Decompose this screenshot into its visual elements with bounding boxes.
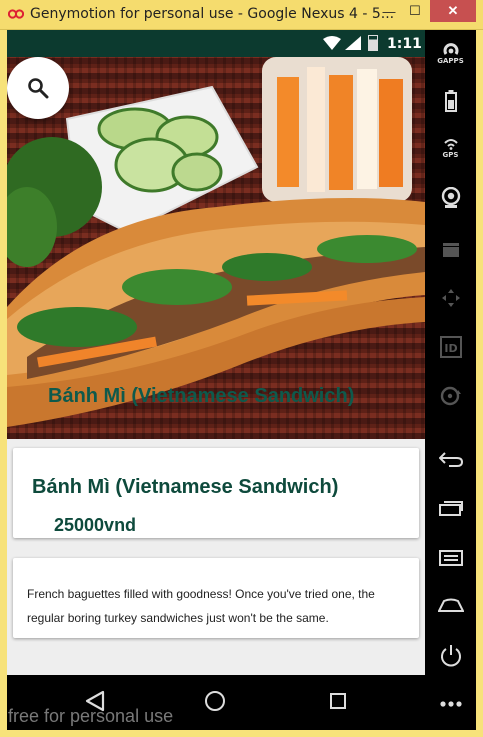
phone-screen: 1:11 Bánh Mì (Vietnamese Sandwich) Bánh …: [7, 30, 425, 730]
clapper-icon: [442, 243, 459, 257]
maximize-button[interactable]: ☐: [402, 0, 428, 22]
side-recent-button[interactable]: [425, 500, 476, 516]
side-back-button[interactable]: [425, 450, 476, 468]
personal-use-watermark: free for personal use: [8, 706, 174, 726]
more-button[interactable]: [425, 700, 476, 708]
search-button[interactable]: [7, 57, 69, 119]
gapps-button[interactable]: GAPPS: [425, 42, 476, 65]
power-icon: [440, 645, 461, 667]
battery-button[interactable]: [425, 90, 476, 112]
side-home-button[interactable]: [425, 598, 476, 612]
hero-caption: Bánh Mì (Vietnamese Sandwich): [48, 385, 355, 407]
search-icon: [28, 78, 49, 99]
more-icon: [439, 701, 462, 707]
gps-icon: [443, 139, 458, 150]
gps-label: GPS: [442, 151, 459, 159]
menu-icon: [438, 550, 463, 566]
status-bar: 1:11: [7, 30, 425, 57]
dish-description-card: French baguettes filled with goodness! O…: [13, 558, 419, 638]
dish-hero-image: Bánh Mì (Vietnamese Sandwich): [7, 57, 425, 439]
home-icon[interactable]: [205, 691, 225, 711]
dpad-icon: [441, 289, 460, 307]
capture-button[interactable]: [425, 242, 476, 258]
dpad-button[interactable]: [425, 288, 476, 308]
dish-title: Bánh Mì (Vietnamese Sandwich): [32, 476, 339, 498]
signal-icon: [345, 36, 361, 50]
battery-icon: [368, 35, 378, 51]
disk-icon: [440, 386, 461, 406]
gps-button[interactable]: GPS: [425, 138, 476, 159]
status-time: 1:11: [387, 36, 422, 52]
webcam-button[interactable]: [425, 187, 476, 209]
close-button[interactable]: ✕: [430, 0, 476, 22]
recent-apps-icon[interactable]: [330, 693, 346, 709]
genymotion-icon: [8, 9, 24, 19]
window-titlebar[interactable]: Genymotion for personal use - Google Nex…: [0, 0, 483, 30]
back-icon: [438, 452, 463, 467]
genymotion-toolbar: GAPPS GPS ID: [425, 30, 476, 730]
recent-apps-icon: [438, 501, 463, 516]
dish-info-card: Bánh Mì (Vietnamese Sandwich) 25000vnd: [13, 448, 419, 538]
disk-io-button[interactable]: [425, 386, 476, 406]
battery-icon: [444, 90, 457, 112]
device-id-button[interactable]: ID: [425, 336, 476, 358]
dish-price: 25000vnd: [54, 515, 137, 535]
webcam-icon: [441, 187, 460, 208]
minimize-button[interactable]: —: [376, 0, 402, 22]
id-label: ID: [444, 342, 457, 355]
dish-description: French baguettes filled with goodness! O…: [27, 587, 375, 625]
side-menu-button[interactable]: [425, 550, 476, 566]
id-icon: ID: [439, 336, 462, 358]
power-button[interactable]: [425, 644, 476, 668]
wifi-icon: [323, 36, 341, 50]
gapps-icon: [443, 43, 458, 55]
window-title: Genymotion for personal use - Google Nex…: [30, 6, 395, 22]
banh-mi-photo: [7, 57, 425, 427]
home-icon: [437, 598, 464, 612]
gapps-label: GAPPS: [437, 57, 464, 65]
